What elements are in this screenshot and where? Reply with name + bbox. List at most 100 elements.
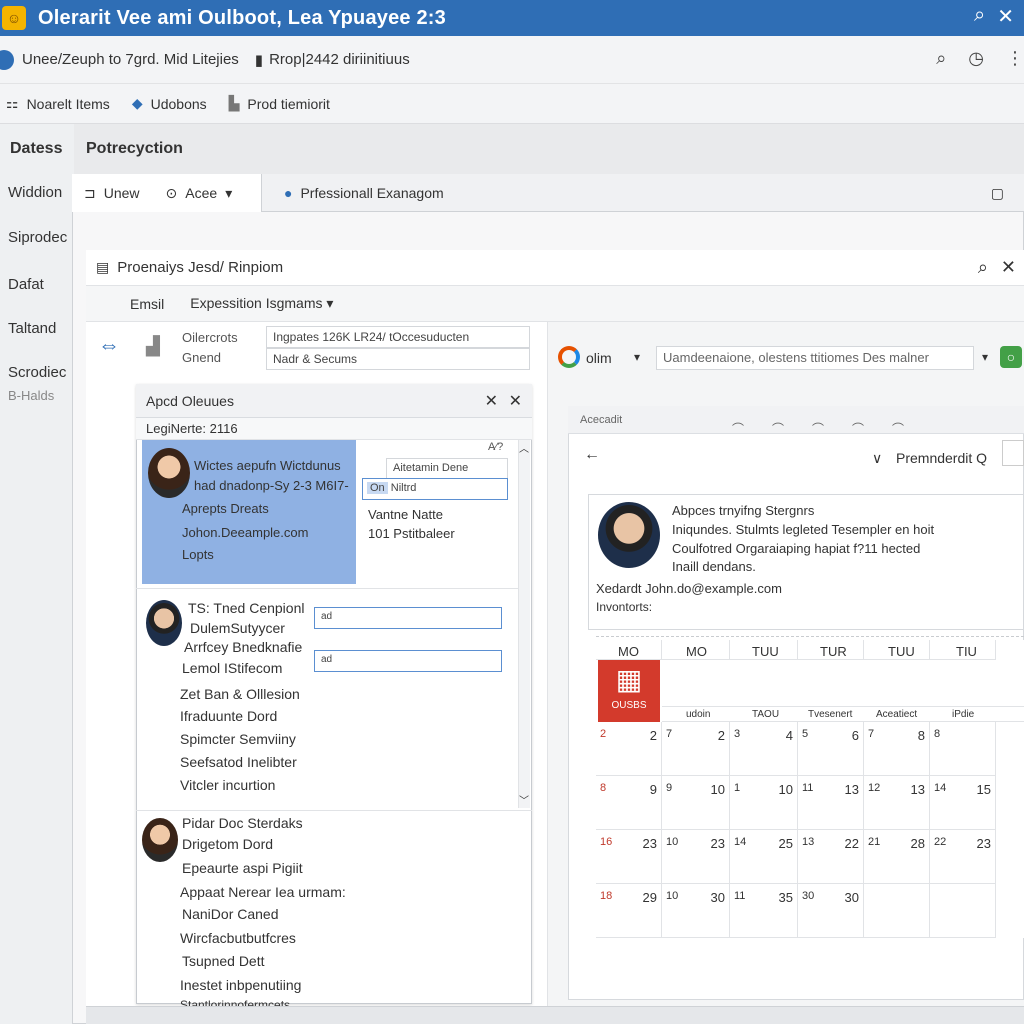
- calendar-day-cell[interactable]: 89: [596, 776, 662, 830]
- input-field[interactable]: ad: [314, 607, 502, 629]
- calendar-day-cell[interactable]: 18 29: [596, 884, 662, 938]
- address-bar: Unee/Zeuph to 7grd. Mid Litejies ▮ Rrop|…: [0, 36, 1024, 84]
- breadcrumb[interactable]: Unee/Zeuph to 7grd. Mid Litejies: [22, 51, 239, 68]
- close-icon[interactable]: ✕: [509, 391, 522, 411]
- day-number: 15: [976, 782, 991, 797]
- account-label[interactable]: olim: [586, 350, 612, 366]
- calendar-day-cell[interactable]: 16 23: [596, 830, 662, 884]
- chevron-down-icon[interactable]: ▾: [982, 350, 988, 364]
- sidebar-item[interactable]: B-Halds: [8, 388, 54, 403]
- sidebar: [0, 124, 74, 1024]
- input-field[interactable]: ad: [314, 650, 502, 672]
- section-header: Potrecyction: [86, 140, 183, 157]
- scroll-down-icon[interactable]: ﹀: [519, 792, 529, 807]
- day-number: 23: [642, 836, 657, 851]
- search-icon[interactable]: ⌕: [936, 48, 946, 69]
- calendar-day-cell[interactable]: [864, 884, 930, 938]
- calendar-day-cell[interactable]: 72: [662, 722, 730, 776]
- sort-icon[interactable]: A⁄?: [488, 441, 503, 453]
- day-number: 14: [934, 782, 947, 794]
- contact-detail: Epeaurte aspi Pigiit: [182, 860, 303, 876]
- settings-icon: ⊙: [165, 184, 178, 201]
- calendar-day-cell[interactable]: 30 30: [798, 884, 864, 938]
- calendar-day-cell[interactable]: 14 15: [930, 776, 996, 830]
- back-arrow-icon[interactable]: ←: [584, 446, 600, 464]
- calendar-day-cell[interactable]: 13 22: [798, 830, 864, 884]
- mail-subject: Abpces trnyifng Stergnrs: [672, 503, 815, 518]
- more-vert-icon[interactable]: ⋮: [1006, 48, 1024, 69]
- calendar-day-cell[interactable]: 1 10: [730, 776, 798, 830]
- day-number: 13: [910, 782, 925, 797]
- title-bar: ☺ Olerarit Vee ami Oulboot, Lea Ypuayee …: [0, 0, 1024, 36]
- day-number: 25: [778, 836, 793, 851]
- panel-toggle[interactable]: [1002, 440, 1024, 466]
- close-icon[interactable]: ✕: [485, 391, 498, 411]
- text-field[interactable]: Ingpates 126K LR24/ tOccesuducten: [266, 326, 530, 348]
- sidebar-item[interactable]: Widdion: [8, 184, 62, 201]
- scrollbar[interactable]: [518, 440, 530, 808]
- tab-new[interactable]: ⊐ Unew ⊙ Acee ▾: [72, 174, 262, 212]
- menu-expedition[interactable]: Expessition Isgmams ▾: [190, 295, 333, 312]
- menu-email[interactable]: Emsil: [130, 296, 164, 312]
- person-icon: ●: [284, 185, 293, 201]
- toolbar-item-udobons[interactable]: ◆ Udobons: [132, 95, 207, 112]
- avatar: [148, 448, 190, 498]
- calendar-day-cell[interactable]: 21 28: [864, 830, 930, 884]
- tab-professional[interactable]: ● Prfessionall Exanagom: [272, 174, 456, 212]
- day-number: 11: [734, 890, 746, 902]
- contacts-window-titlebar: ▤ Proenaiys Jesd/ Rinpiom ⌕ ✕: [86, 250, 1024, 286]
- toolbar-item-new-items[interactable]: ⚏ Noarelt Items: [6, 95, 110, 112]
- toolbar-item-prod[interactable]: ▙ Prod tiemiorit: [229, 95, 330, 112]
- day-number: 22: [934, 836, 947, 848]
- calendar-day-cell[interactable]: 10 30: [662, 884, 730, 938]
- calendar-day-cell[interactable]: 22 23: [930, 830, 996, 884]
- chevron-down-icon[interactable]: ∨: [872, 450, 882, 467]
- text-field[interactable]: Nadr & Secums: [266, 348, 530, 370]
- day-number: 12: [868, 782, 881, 794]
- avatar: [142, 818, 178, 862]
- maximize-icon[interactable]: ▢: [979, 174, 1016, 212]
- calendar-day-cell[interactable]: 34: [730, 722, 798, 776]
- calendar-day-cell[interactable]: 11 35: [730, 884, 798, 938]
- clock-icon[interactable]: ◷: [968, 48, 984, 69]
- chevron-down-icon[interactable]: ▾: [634, 350, 640, 364]
- calendar-day-cell[interactable]: 8: [930, 722, 996, 776]
- account-circle-icon[interactable]: [0, 49, 14, 70]
- day-number: 7: [666, 728, 673, 740]
- search-icon[interactable]: ⌕: [978, 257, 988, 278]
- close-icon[interactable]: ✕: [997, 4, 1014, 29]
- day-number: 7: [868, 728, 875, 740]
- autocomplete-field[interactable]: Aitetamin Dene: [386, 458, 508, 480]
- calendar-day-cell[interactable]: 10 23: [662, 830, 730, 884]
- calendar-day-cell[interactable]: [930, 884, 996, 938]
- scroll-up-icon[interactable]: ︿: [519, 440, 529, 455]
- calendar-day-cell[interactable]: 12 13: [864, 776, 930, 830]
- calendar-badge-icon[interactable]: ▦ OUSBS: [598, 660, 660, 722]
- calendar-header: TUU: [888, 644, 915, 659]
- tab-handles[interactable]: ⌒⌒⌒⌒⌒: [732, 420, 932, 437]
- autocomplete-field[interactable]: On Niltrd: [362, 478, 508, 500]
- calendar-day-cell[interactable]: 22: [596, 722, 662, 776]
- divider: [596, 636, 1024, 637]
- calendar-day-cell[interactable]: 11 13: [798, 776, 864, 830]
- search-input[interactable]: Uamdeenaione, olestens ttitiomes Des mal…: [656, 346, 974, 370]
- calendar-day-cell[interactable]: 56: [798, 722, 864, 776]
- day-number: 3: [734, 728, 741, 740]
- calendar-day-cell[interactable]: 78: [864, 722, 930, 776]
- new-icon: ⊐: [84, 184, 96, 201]
- day-number: 10: [666, 836, 679, 848]
- calendar-day-cell[interactable]: 14 25: [730, 830, 798, 884]
- calendar-day-cell[interactable]: 9 10: [662, 776, 730, 830]
- project-label[interactable]: Rrop|2442 diriinitiuus: [269, 51, 410, 68]
- swap-arrows-icon[interactable]: ⇔: [98, 332, 120, 358]
- day-number: 13: [802, 836, 815, 848]
- sidebar-item[interactable]: Dafat: [8, 276, 44, 293]
- filter-label[interactable]: Premnderdit Q: [896, 450, 987, 466]
- green-action-icon[interactable]: ○: [1000, 346, 1022, 368]
- search-icon[interactable]: ⌕: [974, 4, 985, 29]
- close-icon[interactable]: ✕: [1001, 257, 1016, 278]
- sidebar-item[interactable]: Scrodiec: [8, 364, 66, 381]
- sidebar-item[interactable]: Taltand: [8, 320, 56, 337]
- sidebar-item[interactable]: Siprodec: [8, 229, 67, 246]
- note-text: Vantne Natte: [368, 507, 443, 522]
